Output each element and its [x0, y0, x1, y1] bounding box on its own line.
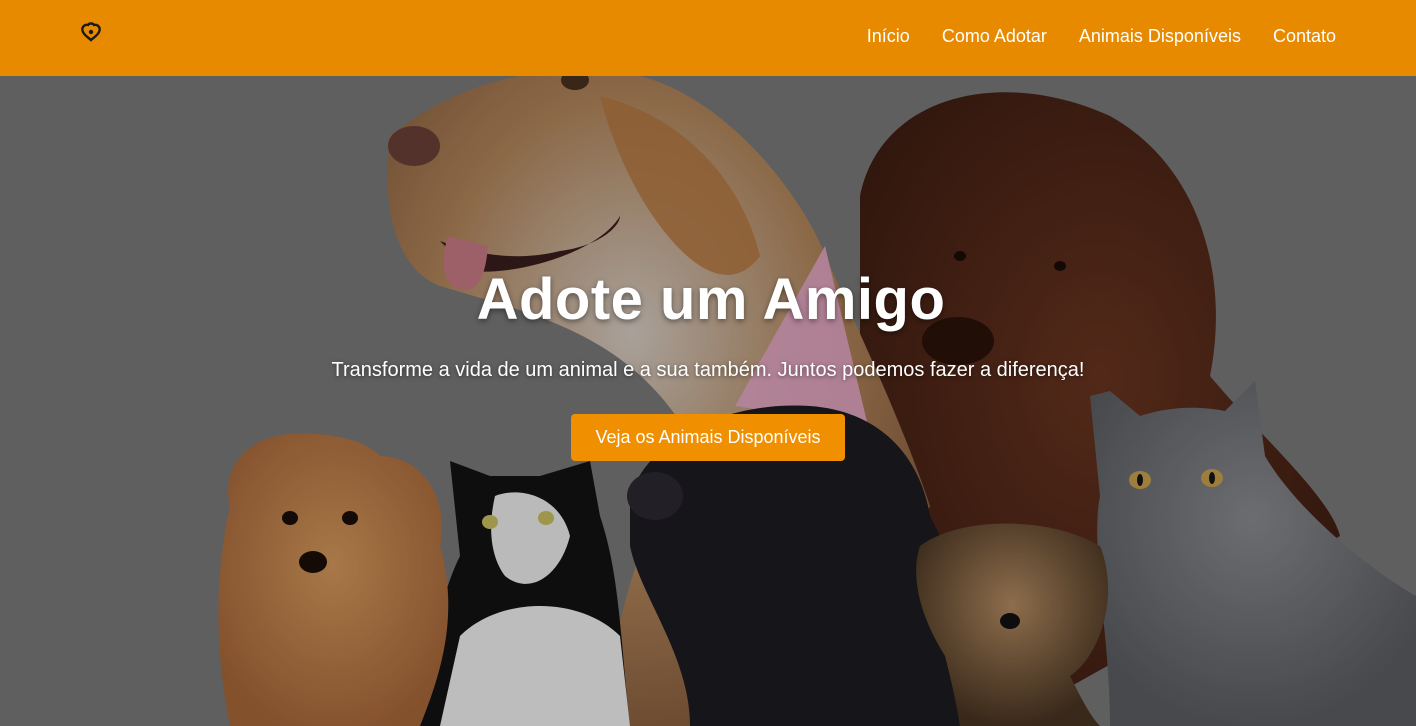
- hero-content: Adote um Amigo Transforme a vida de um a…: [0, 266, 1416, 461]
- view-animals-button[interactable]: Veja os Animais Disponíveis: [571, 414, 845, 461]
- nav-link-contato[interactable]: Contato: [1273, 26, 1336, 47]
- navbar: Início Como Adotar Animais Disponíveis C…: [0, 0, 1416, 76]
- paw-heart-icon[interactable]: [80, 22, 102, 42]
- nav-link-como-adotar[interactable]: Como Adotar: [942, 26, 1047, 47]
- hero-section: Adote um Amigo Transforme a vida de um a…: [0, 76, 1416, 726]
- hero-subtitle: Transforme a vida de um animal e a sua t…: [331, 359, 1085, 381]
- main-nav: Início Como Adotar Animais Disponíveis C…: [867, 0, 1336, 72]
- hero-title: Adote um Amigo: [476, 267, 946, 332]
- nav-link-inicio[interactable]: Início: [867, 26, 910, 47]
- nav-link-animais-disponiveis[interactable]: Animais Disponíveis: [1079, 26, 1241, 47]
